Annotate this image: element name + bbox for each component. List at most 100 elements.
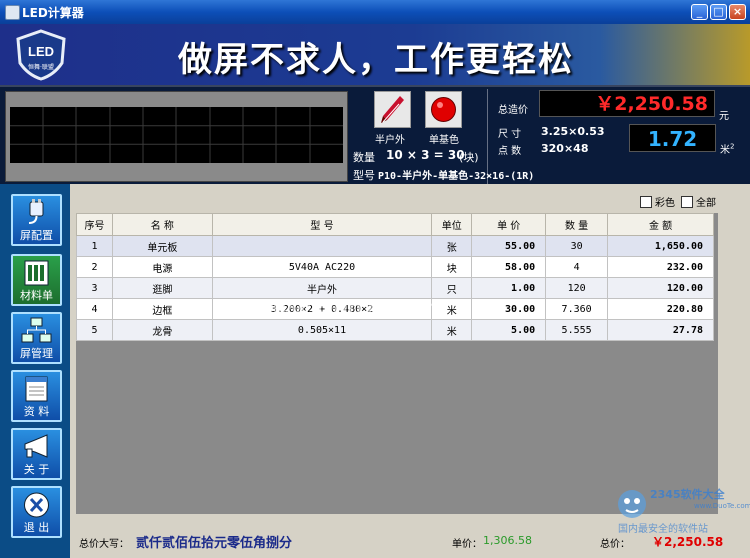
sidebar-item-label: 材料单 — [20, 289, 53, 302]
logo-subtext: 恒舞·联盟 — [28, 63, 54, 71]
col-header[interactable]: 单 价 — [471, 213, 547, 236]
filter-all[interactable]: 全部 — [681, 194, 716, 209]
cell-name: 边框 — [111, 298, 213, 320]
cell-name: 逛脚 — [111, 277, 213, 299]
total-words-value: 贰仟贰佰伍拾元零伍角捌分 — [136, 536, 293, 551]
sidebar-item-screen-manage[interactable]: 屏管理 — [11, 312, 62, 364]
filter-color[interactable]: 彩色 — [640, 194, 675, 209]
model-value: P10-半户外-单基色-32×16-(1R) — [378, 171, 535, 182]
cell-qty: 7.360 — [545, 298, 609, 320]
logo-text: LED — [28, 44, 54, 59]
color-checkbox[interactable] — [640, 195, 652, 208]
cell-price: 5.00 — [471, 319, 547, 341]
corner-watermark-site: www.DuoTe.com — [694, 502, 750, 510]
sidebar: 屏配置 材料单 屏管理 资 料 关 于 退 出 — [0, 184, 70, 558]
color-type-label: 单基色 — [429, 135, 459, 146]
outdoor-type-label: 半户外 — [375, 135, 405, 146]
cell-unit: 块 — [431, 256, 473, 278]
banner: LED 恒舞·联盟 做屏不求人，工作更轻松 — [0, 24, 750, 85]
sidebar-item-label: 资 料 — [23, 405, 50, 418]
corner-watermark-sub: 国内最安全的软件站 — [618, 524, 708, 535]
unit-price-label: 单价： — [452, 539, 482, 550]
col-header[interactable]: 金 额 — [607, 213, 714, 236]
unit-price-value: 1,306.58 — [483, 534, 532, 547]
cell-price: 30.00 — [471, 298, 547, 320]
material-list-icon — [24, 260, 49, 286]
cell-index: 5 — [76, 319, 113, 341]
cell-price: 55.00 — [471, 235, 547, 257]
total-cost-label: 总造价 — [498, 105, 528, 116]
cell-amount: 1,650.00 — [607, 235, 714, 257]
sidebar-item-label: 关 于 — [23, 463, 50, 476]
table-row[interactable]: 1 单元板 张 55.00 30 1,650.00 — [76, 235, 714, 257]
pen-icon — [381, 96, 404, 123]
size-label: 尺 寸 — [498, 129, 522, 140]
led-preview — [5, 91, 348, 182]
sidebar-item-docs[interactable]: 资 料 — [11, 370, 62, 422]
main-panel: 彩色 全部 序号 名 称 型 号 单位 单 价 数 量 金 额 1 单元板 张 … — [70, 184, 750, 558]
sidebar-item-label: 屏管理 — [20, 347, 53, 360]
cell-index: 4 — [76, 298, 113, 320]
cell-model: 5V40A AC220 — [211, 256, 433, 278]
cell-amount: 120.00 — [607, 277, 714, 299]
app-icon — [5, 5, 20, 20]
slogan: 做屏不求人，工作更轻松 — [178, 40, 574, 80]
cell-amount: 232.00 — [607, 256, 714, 278]
color-checkbox-label: 彩色 — [655, 198, 675, 209]
led-grid-preview — [10, 107, 343, 163]
cell-qty: 5.555 — [545, 319, 609, 341]
maximize-button[interactable]: □ — [710, 4, 727, 20]
qty-unit: (块) — [459, 151, 479, 164]
size-value: 3.25×0.53 — [541, 125, 605, 138]
all-checkbox-label: 全部 — [696, 198, 716, 209]
table-row[interactable]: 2 电源 5V40A AC220 块 58.00 4 232.00 — [76, 256, 714, 278]
watermark-text: www.DuoTe.com — [254, 295, 446, 322]
sidebar-item-screen-config[interactable]: 屏配置 — [11, 194, 62, 246]
table-header-row: 序号 名 称 型 号 单位 单 价 数 量 金 额 — [76, 213, 714, 236]
cell-index: 2 — [76, 256, 113, 278]
sidebar-item-exit[interactable]: 退 出 — [11, 486, 62, 538]
total-cost-unit: 元 — [719, 111, 729, 122]
qty-value: 10 × 3 = 30 — [386, 148, 465, 162]
col-header[interactable]: 型 号 — [211, 213, 433, 236]
pixels-label: 点 数 — [498, 146, 522, 157]
cell-unit: 张 — [431, 235, 473, 257]
cell-qty: 120 — [545, 277, 609, 299]
cell-index: 3 — [76, 277, 113, 299]
megaphone-icon — [24, 434, 48, 458]
cell-price: 58.00 — [471, 256, 547, 278]
led-shield-logo-icon: LED 恒舞·联盟 — [16, 29, 66, 81]
corner-watermark: 2345软件大全 www.DuoTe.com 国内最安全的软件站 — [612, 478, 750, 540]
cell-name: 单元板 — [111, 235, 213, 257]
minimize-button[interactable]: _ — [691, 4, 708, 20]
cell-qty: 30 — [545, 235, 609, 257]
close-button[interactable]: × — [729, 4, 746, 20]
cell-price: 1.00 — [471, 277, 547, 299]
exit-icon — [24, 492, 49, 518]
red-dot-icon — [431, 97, 456, 122]
model-label: 型号 — [353, 169, 375, 182]
area-unit: 米2 — [720, 142, 735, 156]
outdoor-type-button[interactable] — [374, 91, 411, 128]
sidebar-item-about[interactable]: 关 于 — [11, 428, 62, 480]
cell-qty: 4 — [545, 256, 609, 278]
cell-amount: 27.78 — [607, 319, 714, 341]
col-header[interactable]: 数 量 — [545, 213, 609, 236]
sidebar-item-label: 屏配置 — [20, 229, 53, 242]
corner-watermark-title: 2345软件大全 — [650, 488, 725, 501]
color-type-button[interactable] — [425, 91, 462, 128]
cell-name: 龙骨 — [111, 319, 213, 341]
qty-label: 数量 — [353, 151, 375, 164]
col-header[interactable]: 名 称 — [111, 213, 213, 236]
mascot-icon — [618, 490, 646, 518]
sidebar-item-material-list[interactable]: 材料单 — [11, 254, 62, 306]
cell-amount: 220.80 — [607, 298, 714, 320]
window-title: LED计算器 — [22, 6, 84, 20]
cell-name: 电源 — [111, 256, 213, 278]
col-header[interactable]: 单位 — [431, 213, 473, 236]
cell-model — [211, 235, 433, 257]
divider — [487, 89, 488, 184]
col-header[interactable]: 序号 — [76, 213, 113, 236]
area-display: 1.72 — [629, 124, 716, 152]
all-checkbox[interactable] — [681, 195, 693, 208]
